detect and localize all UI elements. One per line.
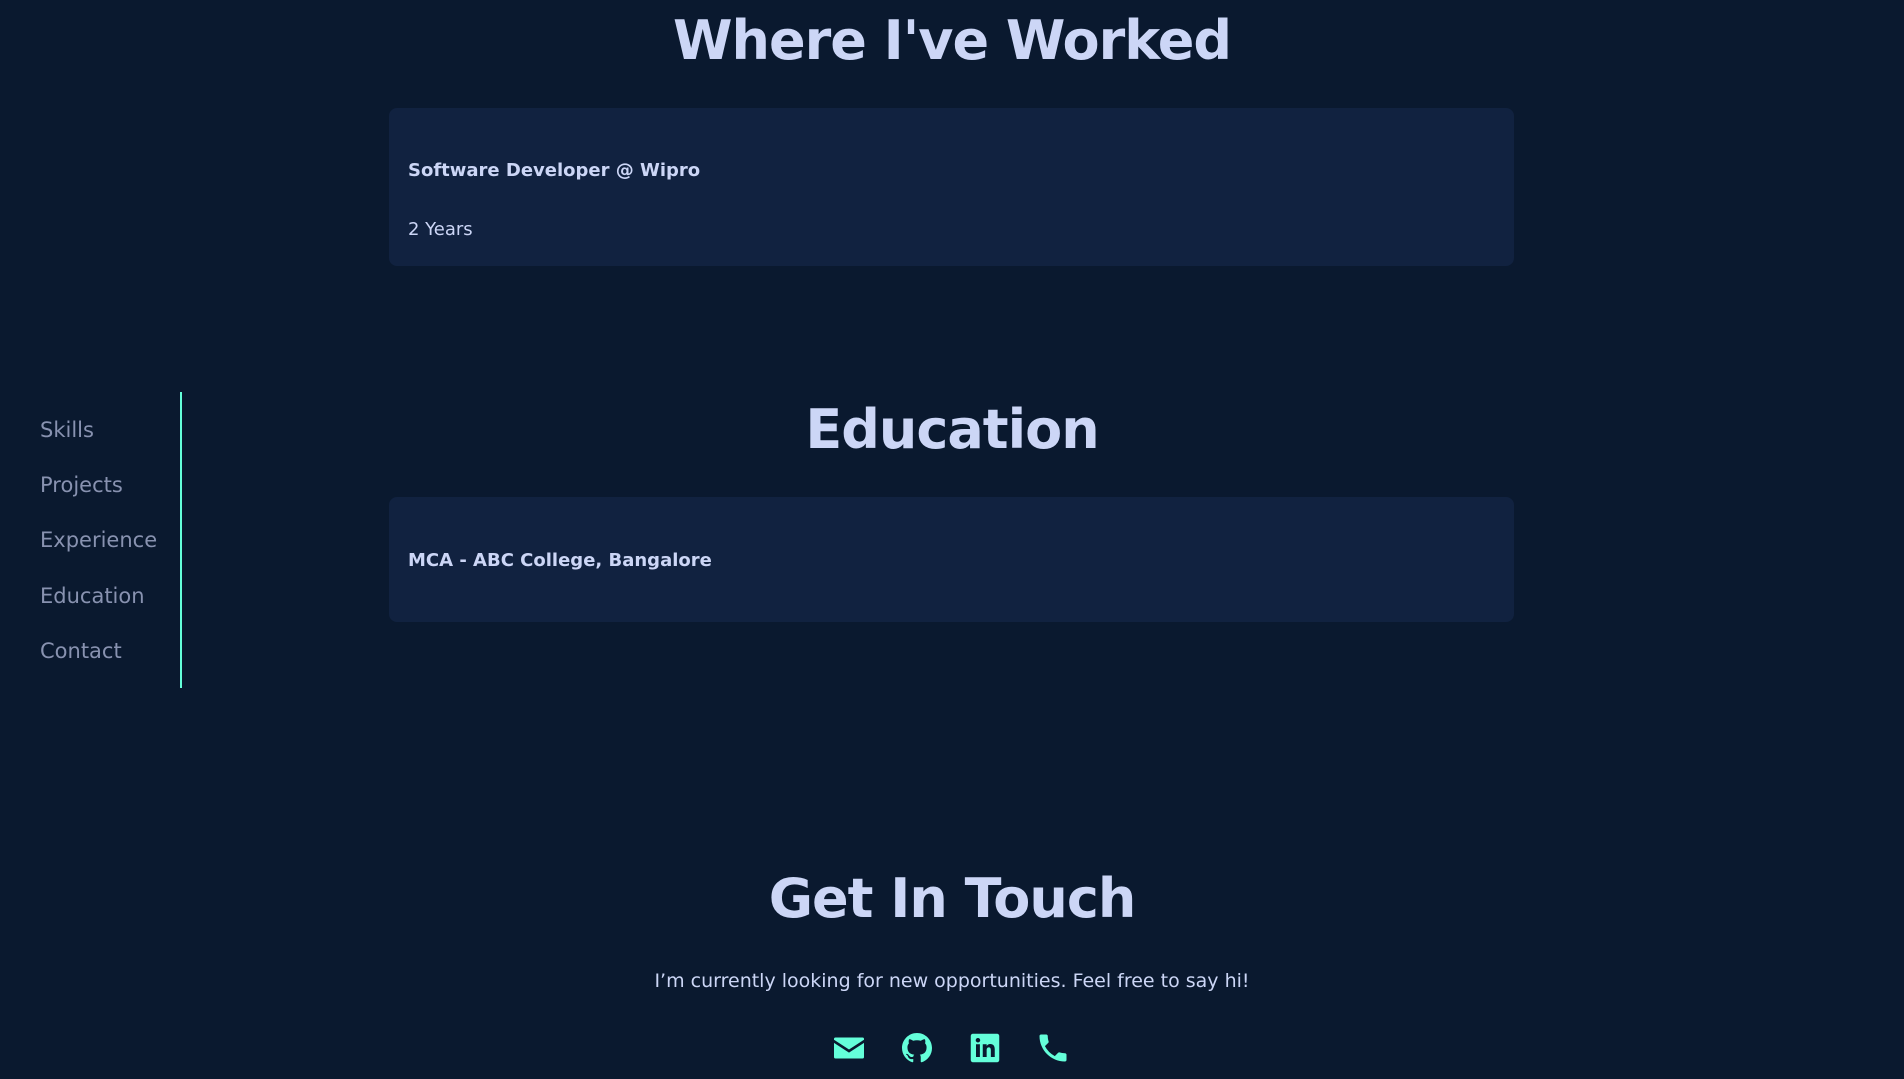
sidebar-item-education[interactable]: Education	[40, 584, 145, 608]
github-icon[interactable]	[899, 1030, 935, 1066]
experience-card: Software Developer @ Wipro 2 Years	[389, 108, 1514, 266]
experience-duration: 2 Years	[408, 219, 473, 240]
phone-icon[interactable]	[1035, 1030, 1071, 1066]
email-icon[interactable]	[831, 1030, 867, 1066]
education-section-title: Education	[805, 398, 1099, 461]
experience-role: Software Developer @ Wipro	[408, 160, 701, 181]
education-card: MCA - ABC College, Bangalore	[389, 497, 1514, 622]
sidebar-item-contact[interactable]: Contact	[40, 639, 122, 663]
education-degree: MCA - ABC College, Bangalore	[408, 550, 712, 571]
sidebar-item-experience[interactable]: Experience	[40, 528, 157, 552]
linkedin-icon[interactable]	[967, 1030, 1003, 1066]
contact-icon-row	[0, 1030, 1904, 1070]
experience-section-title: Where I've Worked	[672, 9, 1232, 72]
contact-message: I’m currently looking for new opportunit…	[654, 970, 1250, 992]
sidebar-item-projects[interactable]: Projects	[40, 473, 123, 497]
contact-section-title: Get In Touch	[768, 867, 1137, 930]
